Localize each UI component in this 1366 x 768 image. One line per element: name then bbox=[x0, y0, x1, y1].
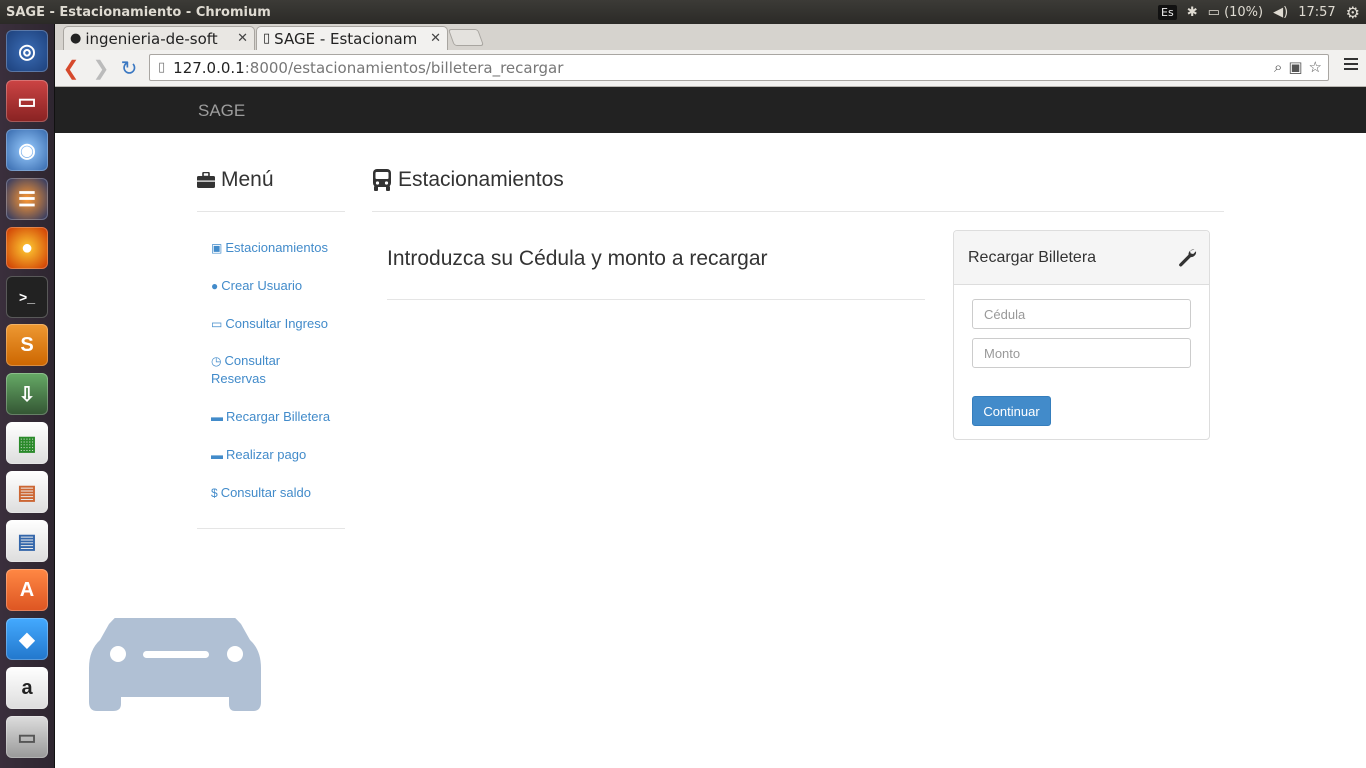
money-icon: ▭ bbox=[211, 317, 223, 331]
search-icon[interactable]: ⌕ bbox=[1274, 58, 1282, 76]
page-title-text: Estacionamientos bbox=[398, 168, 564, 191]
impress-icon[interactable]: ▤ bbox=[6, 471, 48, 513]
new-tab-button[interactable] bbox=[447, 29, 485, 46]
ubuntu-dash-icon[interactable]: ◎ bbox=[6, 30, 48, 72]
sublime-text-icon[interactable]: S bbox=[6, 324, 48, 366]
briefcase-icon bbox=[197, 172, 215, 188]
page-icon: ▯ bbox=[263, 31, 271, 46]
page-title: Estacionamientos bbox=[372, 168, 564, 192]
installer-icon[interactable]: ⇩ bbox=[6, 373, 48, 415]
tab-label: ingenieria-de-soft bbox=[85, 29, 218, 48]
omnibox-actions: ⌕ ▣ ☆ bbox=[1274, 58, 1322, 76]
sidebar-item-label: Recargar Billetera bbox=[226, 409, 331, 424]
sidebar-item-label: Consultar saldo bbox=[220, 485, 312, 500]
divider bbox=[372, 211, 1224, 212]
tab-github[interactable]: ● ingenieria-de-soft ✕ bbox=[63, 26, 255, 50]
writer-icon[interactable]: ▤ bbox=[6, 520, 48, 562]
panel-title: Recargar Billetera bbox=[968, 249, 1097, 266]
system-top-panel: SAGE - Estacionamiento - Chromium Es ✱ ▭… bbox=[0, 0, 1366, 24]
sidebar-item-label: Estacionamientos bbox=[225, 240, 328, 255]
page-icon: ▯ bbox=[158, 60, 166, 75]
recargar-billetera-panel: Recargar Billetera Continuar bbox=[953, 230, 1210, 440]
panel-heading: Recargar Billetera bbox=[954, 231, 1209, 285]
files-icon[interactable]: ▭ bbox=[6, 80, 48, 122]
divider bbox=[387, 299, 925, 300]
user-icon: ● bbox=[211, 279, 219, 293]
browser-toolbar: ❮ ❯ ↻ ▯ 127.0.0.1:8000/estacionamientos/… bbox=[55, 50, 1366, 87]
sidebar-item-realizar-pago[interactable]: ▬ Realizar pago bbox=[211, 446, 336, 464]
sidebar-item-consultar-reservas[interactable]: ◷ Consultar Reservas bbox=[211, 352, 311, 388]
dropbox-icon[interactable]: ◆ bbox=[6, 618, 48, 660]
sidebar-title-text: Menú bbox=[221, 168, 274, 191]
gear-icon[interactable]: ⚙ bbox=[1346, 3, 1360, 22]
software-center-icon[interactable]: A bbox=[6, 569, 48, 611]
indicator-area: Es ✱ ▭ (10%) ◀) 17:57 ⚙ bbox=[1158, 0, 1360, 24]
credit-card-icon: ▬ bbox=[211, 410, 223, 424]
keyboard-layout-indicator[interactable]: Es bbox=[1158, 4, 1177, 20]
site-navbar: SAGE bbox=[55, 87, 1366, 133]
battery-indicator[interactable]: ▭ (10%) bbox=[1208, 5, 1263, 20]
sidebar-item-label: Consultar Ingreso bbox=[225, 316, 328, 331]
reload-button[interactable]: ↻ bbox=[117, 56, 141, 80]
sidebar-item-consultar-ingreso[interactable]: ▭ Consultar Ingreso bbox=[211, 315, 336, 333]
monto-input[interactable] bbox=[972, 338, 1191, 368]
close-icon[interactable]: ✕ bbox=[237, 31, 248, 46]
amazon-icon[interactable]: a bbox=[6, 667, 48, 709]
battery-icon: ▭ bbox=[1207, 4, 1220, 20]
window-title: SAGE - Estacionamiento - Chromium bbox=[6, 4, 271, 20]
sidebar-item-label: Consultar Reservas bbox=[211, 353, 281, 386]
volume-icon[interactable]: ◀) bbox=[1273, 5, 1288, 20]
url-host: 127.0.0.1 bbox=[173, 58, 245, 77]
drive-icon[interactable]: ▭ bbox=[6, 716, 48, 758]
sidebar-item-recargar-billetera[interactable]: ▬ Recargar Billetera bbox=[211, 408, 336, 426]
credit-card-icon: ▬ bbox=[211, 448, 223, 462]
cedula-input[interactable] bbox=[972, 299, 1191, 329]
sidebar-item-label: Crear Usuario bbox=[221, 278, 303, 293]
clock-icon: ◷ bbox=[211, 354, 222, 368]
bluetooth-icon[interactable]: ✱ bbox=[1187, 5, 1198, 20]
car-illustration bbox=[89, 577, 261, 711]
back-button[interactable]: ❮ bbox=[59, 56, 83, 80]
unity-launcher: ◎ ▭ ◉ ☰ ● >_ S ⇩ ▦ ▤ ▤ A ◆ a ▭ bbox=[0, 24, 55, 768]
tab-sage[interactable]: ▯ SAGE - Estacionam ✕ bbox=[256, 26, 448, 50]
close-icon[interactable]: ✕ bbox=[430, 31, 441, 46]
terminal-icon[interactable]: >_ bbox=[6, 276, 48, 318]
sidebar-item-consultar-saldo[interactable]: $ Consultar saldo bbox=[211, 484, 336, 502]
battery-percent: (10%) bbox=[1224, 4, 1264, 20]
divider bbox=[197, 528, 345, 529]
dollar-icon: $ bbox=[211, 486, 218, 500]
sidebar-item-estacionamientos[interactable]: ▣ Estacionamientos bbox=[211, 239, 336, 257]
github-icon: ● bbox=[70, 31, 82, 46]
sidebar-title: Menú bbox=[197, 168, 274, 192]
browser-menu-button[interactable] bbox=[1344, 58, 1358, 73]
calc-icon[interactable]: ▦ bbox=[6, 422, 48, 464]
wrench-icon bbox=[1179, 249, 1197, 267]
continuar-button[interactable]: Continuar bbox=[972, 396, 1051, 426]
eclipse-icon[interactable]: ☰ bbox=[6, 178, 48, 220]
url-path: :8000/estacionamientos/billetera_recarga… bbox=[244, 58, 564, 77]
address-bar[interactable]: ▯ 127.0.0.1:8000/estacionamientos/billet… bbox=[149, 54, 1329, 81]
browser-tab-bar: ● ingenieria-de-soft ✕ ▯ SAGE - Estacion… bbox=[55, 24, 1366, 50]
clock[interactable]: 17:57 bbox=[1298, 5, 1335, 20]
forward-button[interactable]: ❯ bbox=[89, 56, 113, 80]
form-instructions-heading: Introduzca su Cédula y monto a recargar bbox=[387, 247, 768, 270]
firefox-icon[interactable]: ● bbox=[6, 227, 48, 269]
brand-link[interactable]: SAGE bbox=[198, 101, 245, 121]
tab-label: SAGE - Estacionam bbox=[274, 29, 418, 48]
sidebar-item-crear-usuario[interactable]: ● Crear Usuario bbox=[211, 277, 336, 295]
sidebar-item-label: Realizar pago bbox=[226, 447, 307, 462]
translate-icon[interactable]: ▣ bbox=[1288, 58, 1302, 76]
bus-icon: ▣ bbox=[211, 241, 223, 255]
star-icon[interactable]: ☆ bbox=[1309, 58, 1322, 76]
divider bbox=[197, 211, 345, 212]
bus-icon bbox=[373, 169, 391, 191]
chromium-icon[interactable]: ◉ bbox=[6, 129, 48, 171]
